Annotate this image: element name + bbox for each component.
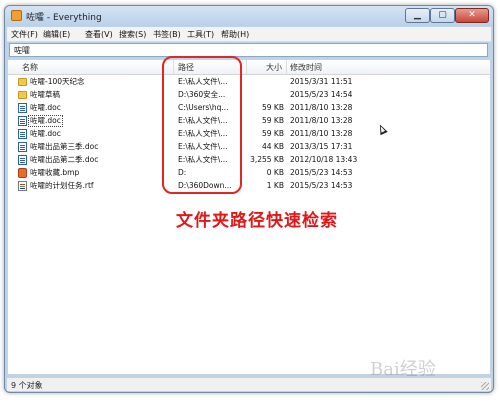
maximize-button[interactable]: ▢ [430,8,455,23]
word-doc-icon [18,116,27,126]
file-row[interactable]: 咗嚯.doc E:\私人文件\... 59 KB 2011/8/10 13:28 [8,128,490,141]
file-size: 59 KB [262,129,284,138]
column-divider[interactable] [286,60,287,74]
resize-grip-icon[interactable] [481,382,489,390]
file-row-selected[interactable]: 咗嚯.doc E:\私人文件\... 59 KB 2011/8/10 13:28 [8,115,490,128]
file-modified: 2013/3/15 17:31 [290,142,353,151]
file-path: E:\私人文件\... [178,155,228,164]
file-row[interactable]: 咗嚯的计划任务.rtf D:\360Down... 1 KB 2015/5/23… [8,180,490,193]
file-modified: 2011/8/10 13:28 [290,116,353,125]
column-header: 名称 路径 大小 修改时间 [8,60,490,75]
file-modified: 2015/5/23 14:54 [290,90,353,99]
word-doc-icon [18,129,27,139]
file-name: 咗嚯-100天纪念 [30,77,85,86]
menu-file[interactable]: 文件(F) [11,29,38,40]
file-row[interactable]: 咗嚯.doc C:\Users\hq... 59 KB 2011/8/10 13… [8,102,490,115]
file-row[interactable]: 咗嚯出品第二季.doc E:\私人文件\... 3,255 KB 2012/10… [8,154,490,167]
minimize-button[interactable]: ▁ [405,8,430,23]
file-path: E:\私人文件\... [178,116,228,125]
file-name: 咗嚯.doc [30,103,61,112]
word-doc-icon [18,142,27,152]
status-object-count: 9 个对象 [11,381,43,390]
menu-tools[interactable]: 工具(T) [187,29,214,40]
menu-search[interactable]: 搜索(S) [119,29,146,40]
file-modified: 2012/10/18 13:43 [290,155,358,164]
file-size: 44 KB [262,142,284,151]
file-name: 咗嚯.doc [30,129,61,138]
column-divider[interactable] [173,60,174,74]
annotation-caption: 文件夹路径快速检索 [176,211,338,231]
folder-icon [18,78,27,86]
file-row[interactable]: 咗嚯出品第三季.doc E:\私人文件\... 44 KB 2013/3/15 … [8,141,490,154]
file-path: E:\私人文件\... [178,77,228,86]
bitmap-image-icon [18,168,27,178]
everything-app-icon [11,10,22,21]
file-size: 3,255 KB [250,155,284,164]
word-doc-icon [18,103,27,113]
file-modified: 2011/8/10 13:28 [290,129,353,138]
column-path[interactable]: 路径 [178,62,194,73]
file-size: 0 KB [266,168,284,177]
word-doc-icon [18,155,27,165]
file-path: D:\360安全... [178,90,226,99]
title-bar[interactable]: 咗嚯 - Everything ▁ ▢ ✕ [5,6,493,26]
file-name: 咗嚯出品第三季.doc [30,142,99,151]
file-modified: 2015/3/31 11:51 [290,77,353,86]
file-modified: 2011/8/10 13:28 [290,103,353,112]
file-name: 咗嚯的计划任务.rtf [30,181,94,190]
file-path: D: [178,168,187,177]
file-name: 咗嚯出品第二季.doc [30,155,99,164]
file-size: 59 KB [262,103,284,112]
search-input[interactable]: 咗嚯 [9,43,488,57]
file-row[interactable]: 咗嚯-100天纪念 E:\私人文件\... 2015/3/31 11:51 [8,76,490,89]
folder-icon [18,91,27,99]
column-modified[interactable]: 修改时间 [290,62,322,73]
baidu-jingyan-watermark: Bai经验 [370,359,436,380]
file-name: 咗嚯收藏.bmp [30,168,80,177]
window-title: 咗嚯 - Everything [26,13,102,23]
close-button[interactable]: ✕ [455,8,489,23]
file-modified: 2015/5/23 14:53 [290,181,353,190]
column-divider[interactable] [246,60,247,74]
file-modified: 2015/5/23 14:53 [290,168,353,177]
file-path: E:\私人文件\... [178,142,228,151]
file-path: C:\Users\hq... [178,103,229,112]
menu-view[interactable]: 查看(V) [85,29,113,40]
file-path: D:\360Down... [178,181,232,190]
menu-bookmarks[interactable]: 书签(B) [153,29,181,40]
rtf-document-icon [18,181,27,191]
file-row[interactable]: 咗嚯草稿 D:\360安全... 2015/5/23 14:54 [8,89,490,102]
menu-bar: 文件(F) 编辑(E) 查看(V) 搜索(S) 书签(B) 工具(T) 帮助(H… [7,27,491,42]
file-name: 咗嚯草稿 [30,90,60,99]
column-name[interactable]: 名称 [22,62,38,73]
everything-window: 咗嚯 - Everything ▁ ▢ ✕ 文件(F) 编辑(E) 查看(V) … [4,5,494,393]
file-name: 咗嚯.doc [28,115,63,127]
menu-help[interactable]: 帮助(H) [221,29,249,40]
file-row[interactable]: 咗嚯收藏.bmp D: 0 KB 2015/5/23 14:53 [8,167,490,180]
menu-edit[interactable]: 编辑(E) [43,29,70,40]
file-size: 1 KB [266,181,284,190]
file-size: 59 KB [262,116,284,125]
column-size[interactable]: 大小 [266,62,282,73]
file-path: E:\私人文件\... [178,129,228,138]
